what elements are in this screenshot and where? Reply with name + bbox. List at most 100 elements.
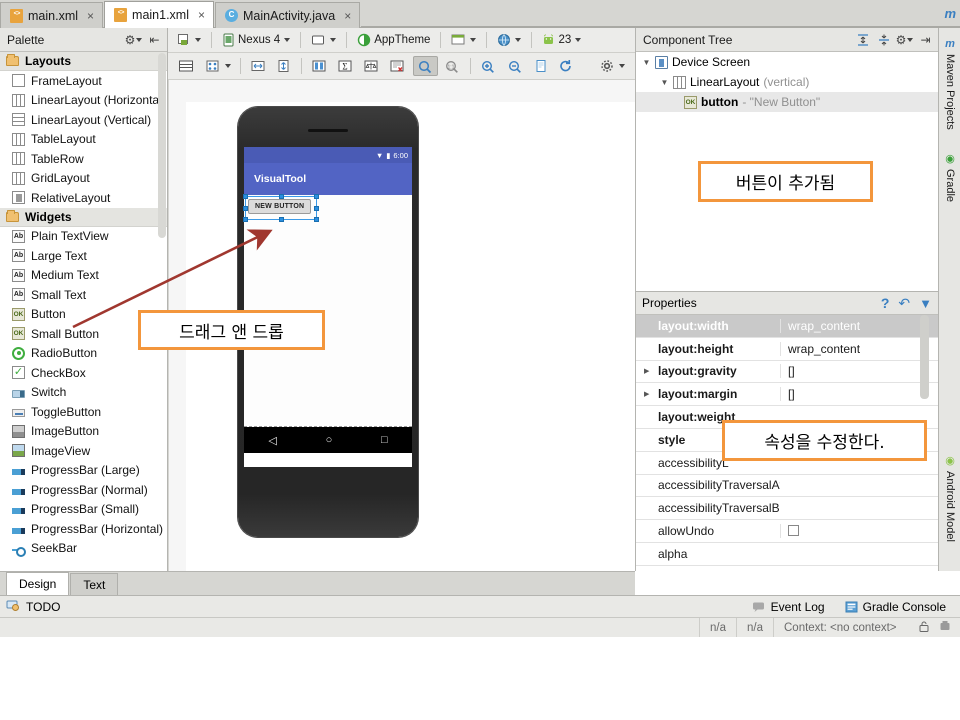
sum-icon[interactable]: Σ <box>333 56 357 76</box>
palette-item-seekbar[interactable]: SeekBar <box>0 539 167 559</box>
selection-handle[interactable] <box>243 206 248 211</box>
undo-icon[interactable]: ↶ <box>898 295 910 312</box>
tool-button-android-model[interactable]: ◉ Android Model <box>939 448 960 566</box>
memory-icon[interactable] <box>938 620 952 636</box>
collapse-all-icon[interactable] <box>875 31 892 48</box>
fit-to-screen-icon[interactable] <box>413 56 438 76</box>
palette-item-imageview[interactable]: ImageView <box>0 441 167 461</box>
layout-variant-button[interactable] <box>173 30 205 50</box>
balance-icon[interactable] <box>359 56 383 76</box>
filter-icon[interactable]: ▼ <box>919 296 932 311</box>
help-icon[interactable]: ? <box>881 295 890 311</box>
tree-node-linearlayout[interactable]: ▼ LinearLayout (vertical) <box>636 72 938 92</box>
property-value[interactable]: [] <box>780 387 938 401</box>
property-value[interactable]: wrap_content <box>780 319 938 333</box>
gear-icon[interactable] <box>595 56 629 76</box>
tab-text[interactable]: Text <box>70 573 118 595</box>
checkbox[interactable] <box>788 525 799 536</box>
palette-group-widgets[interactable]: Widgets <box>0 208 167 227</box>
selection-handle[interactable] <box>279 194 284 199</box>
tab-design[interactable]: Design <box>6 572 69 595</box>
expand-icon[interactable]: ▶ <box>644 367 649 375</box>
close-icon[interactable]: × <box>198 8 205 22</box>
palette-item-large-text[interactable]: Ab Large Text <box>0 246 167 266</box>
show-constraints-icon[interactable] <box>307 56 331 76</box>
palette-item-medium-text[interactable]: Ab Medium Text <box>0 266 167 286</box>
property-row[interactable]: layout:height wrap_content <box>636 338 938 361</box>
page-icon[interactable] <box>530 56 552 76</box>
property-row[interactable]: accessibilityTraversalBefc <box>636 497 938 520</box>
todo-label[interactable]: TODO <box>26 600 60 614</box>
close-icon[interactable]: × <box>344 9 351 23</box>
palette-item-gridlayout[interactable]: GridLayout <box>0 169 167 189</box>
palette-item-relativelayout[interactable]: RelativeLayout <box>0 188 167 208</box>
palette-item-togglebutton[interactable]: ToggleButton <box>0 402 167 422</box>
expand-icon[interactable]: ▶ <box>644 390 649 398</box>
properties-scrollbar[interactable] <box>920 315 929 399</box>
property-value[interactable]: [] <box>780 364 938 378</box>
palette-item-progressbar-normal[interactable]: ProgressBar (Normal) <box>0 480 167 500</box>
tree-node-device-screen[interactable]: ▼ Device Screen <box>636 52 938 72</box>
orientation-button[interactable] <box>307 30 340 50</box>
palette-item-switch[interactable]: Switch <box>0 383 167 403</box>
palette-item-framelayout[interactable]: FrameLayout <box>0 71 167 91</box>
property-row[interactable]: allowUndo <box>636 520 938 543</box>
editor-tab-mainactivity-java[interactable]: MainActivity.java × <box>215 2 360 28</box>
expand-vertical-icon[interactable] <box>272 56 296 76</box>
selection-handle[interactable] <box>243 194 248 199</box>
locale-selector[interactable] <box>493 30 525 50</box>
editor-tab-main-xml[interactable]: main.xml × <box>0 2 103 28</box>
zoom-in-icon[interactable] <box>476 56 501 76</box>
palette-item-progressbar-small[interactable]: ProgressBar (Small) <box>0 500 167 520</box>
property-value[interactable] <box>780 524 938 538</box>
palette-item-linearlayout-vertical[interactable]: LinearLayout (Vertical) <box>0 110 167 130</box>
layout-list-icon[interactable] <box>174 56 199 76</box>
palette-item-small-text[interactable]: Ab Small Text <box>0 285 167 305</box>
property-row[interactable]: alpha <box>636 543 938 566</box>
palette-group-layouts[interactable]: Layouts <box>0 52 167 71</box>
tool-button-gradle[interactable]: ◉ Gradle <box>939 146 960 216</box>
nav-back-icon[interactable]: ◁ <box>268 434 276 447</box>
device-selector[interactable]: Nexus 4 <box>218 30 294 50</box>
property-row[interactable]: ▶layout:gravity [] <box>636 361 938 384</box>
palette-item-plain-textview[interactable]: Ab Plain TextView <box>0 227 167 247</box>
event-log-button[interactable]: Event Log <box>752 600 825 614</box>
selection-handle[interactable] <box>243 217 248 222</box>
tree-node-button[interactable]: OK button - "New Button" <box>636 92 938 112</box>
property-row[interactable]: layout:width wrap_content <box>636 315 938 338</box>
expand-horizontal-icon[interactable] <box>246 56 270 76</box>
gear-icon[interactable]: ⚙ <box>125 31 142 48</box>
nav-recents-icon[interactable]: □ <box>381 434 388 446</box>
palette-item-progressbar-large[interactable]: ProgressBar (Large) <box>0 461 167 481</box>
collapse-panel-icon[interactable]: ⇤ <box>146 31 163 48</box>
selection-handle[interactable] <box>314 194 319 199</box>
palette-item-tablelayout[interactable]: TableLayout <box>0 130 167 150</box>
phone-screen[interactable]: ▼ ▮ 6:00 VisualTool NEW BUTTON <box>244 147 412 467</box>
palette-item-checkbox[interactable]: ✓ CheckBox <box>0 363 167 383</box>
zoom-out-icon[interactable] <box>503 56 528 76</box>
selection-handle[interactable] <box>279 217 284 222</box>
selection-handle[interactable] <box>314 206 319 211</box>
expand-all-icon[interactable] <box>854 31 871 48</box>
clear-constraints-icon[interactable] <box>385 56 409 76</box>
property-row[interactable]: background <box>636 566 938 571</box>
distribute-icon[interactable] <box>201 56 235 76</box>
tool-button-maven-projects[interactable]: m Maven Projects <box>939 32 960 140</box>
api-selector[interactable]: 23 <box>538 30 585 50</box>
palette-item-imagebutton[interactable]: ImageButton <box>0 422 167 442</box>
palette-item-linearlayout-horizontal[interactable]: LinearLayout (Horizontal) <box>0 91 167 111</box>
gear-icon[interactable]: ⚙ <box>896 31 913 48</box>
property-value[interactable]: wrap_content <box>780 342 938 356</box>
chevron-down-icon[interactable]: ▼ <box>642 58 651 67</box>
nav-home-icon[interactable]: ○ <box>326 434 333 446</box>
property-row[interactable]: ▶layout:margin [] <box>636 383 938 406</box>
palette-item-tablerow[interactable]: TableRow <box>0 149 167 169</box>
palette-item-progressbar-horizontal[interactable]: ProgressBar (Horizontal) <box>0 519 167 539</box>
lock-icon[interactable] <box>918 620 930 636</box>
refresh-icon[interactable] <box>554 56 578 76</box>
palette-scrollbar[interactable] <box>158 53 166 238</box>
gradle-console-button[interactable]: Gradle Console <box>845 600 946 614</box>
chevron-down-icon[interactable]: ▼ <box>660 78 669 87</box>
selection-handle[interactable] <box>314 217 319 222</box>
hide-panel-icon[interactable]: ⇥ <box>917 31 934 48</box>
